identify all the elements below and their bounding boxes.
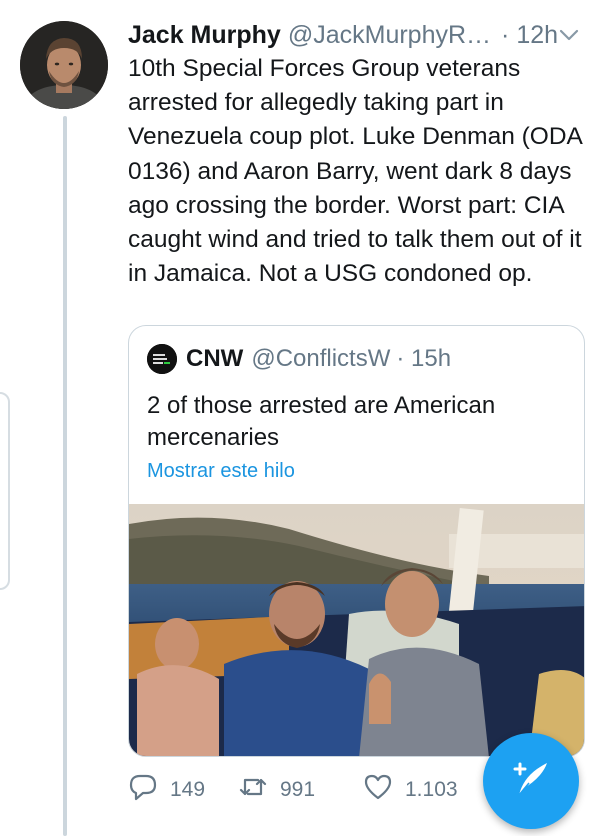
tweet-timestamp[interactable]: · 12h bbox=[501, 21, 558, 50]
quoted-tweet-timestamp: · 15h bbox=[396, 345, 452, 372]
quoted-tweet-photo[interactable] bbox=[129, 504, 584, 756]
retweet-count: 991 bbox=[280, 778, 316, 801]
author-handle[interactable]: @JackMurphyR… bbox=[288, 21, 491, 50]
retweet-icon bbox=[238, 772, 280, 808]
like-button[interactable]: 1.103 bbox=[363, 772, 493, 808]
chevron-down-icon[interactable] bbox=[556, 22, 582, 48]
quoted-author-name: CNW bbox=[186, 345, 244, 372]
tweet-header: Jack Murphy @JackMurphyR… · 12h bbox=[128, 18, 582, 52]
reply-button[interactable]: 149 bbox=[128, 772, 238, 808]
quoted-tweet-text: 2 of those arrested are American mercena… bbox=[147, 392, 496, 451]
reply-count: 149 bbox=[170, 778, 206, 801]
show-thread-link[interactable]: Mostrar este hilo bbox=[147, 460, 295, 483]
reply-icon bbox=[128, 772, 170, 808]
tweet-actions-bar: 149 991 1.103 bbox=[128, 772, 493, 808]
compose-tweet-icon bbox=[507, 755, 555, 808]
author-name[interactable]: Jack Murphy bbox=[128, 21, 281, 50]
edge-panel-handle[interactable] bbox=[0, 392, 10, 590]
author-avatar[interactable] bbox=[20, 21, 108, 109]
quoted-tweet-card[interactable]: CNW @ConflictsW · 15h 2 of those arreste… bbox=[128, 325, 585, 757]
retweet-button[interactable]: 991 bbox=[238, 772, 363, 808]
quoted-author-handle: @ConflictsW bbox=[251, 345, 391, 372]
like-count: 1.103 bbox=[405, 778, 458, 801]
heart-icon bbox=[363, 772, 405, 808]
quoted-author-avatar bbox=[147, 344, 177, 374]
tweet-text: 10th Special Forces Group veterans arres… bbox=[128, 55, 582, 288]
thread-connector-line bbox=[63, 116, 67, 836]
quoted-tweet-header: CNW @ConflictsW · 15h bbox=[147, 342, 451, 376]
compose-tweet-button[interactable] bbox=[483, 733, 579, 829]
